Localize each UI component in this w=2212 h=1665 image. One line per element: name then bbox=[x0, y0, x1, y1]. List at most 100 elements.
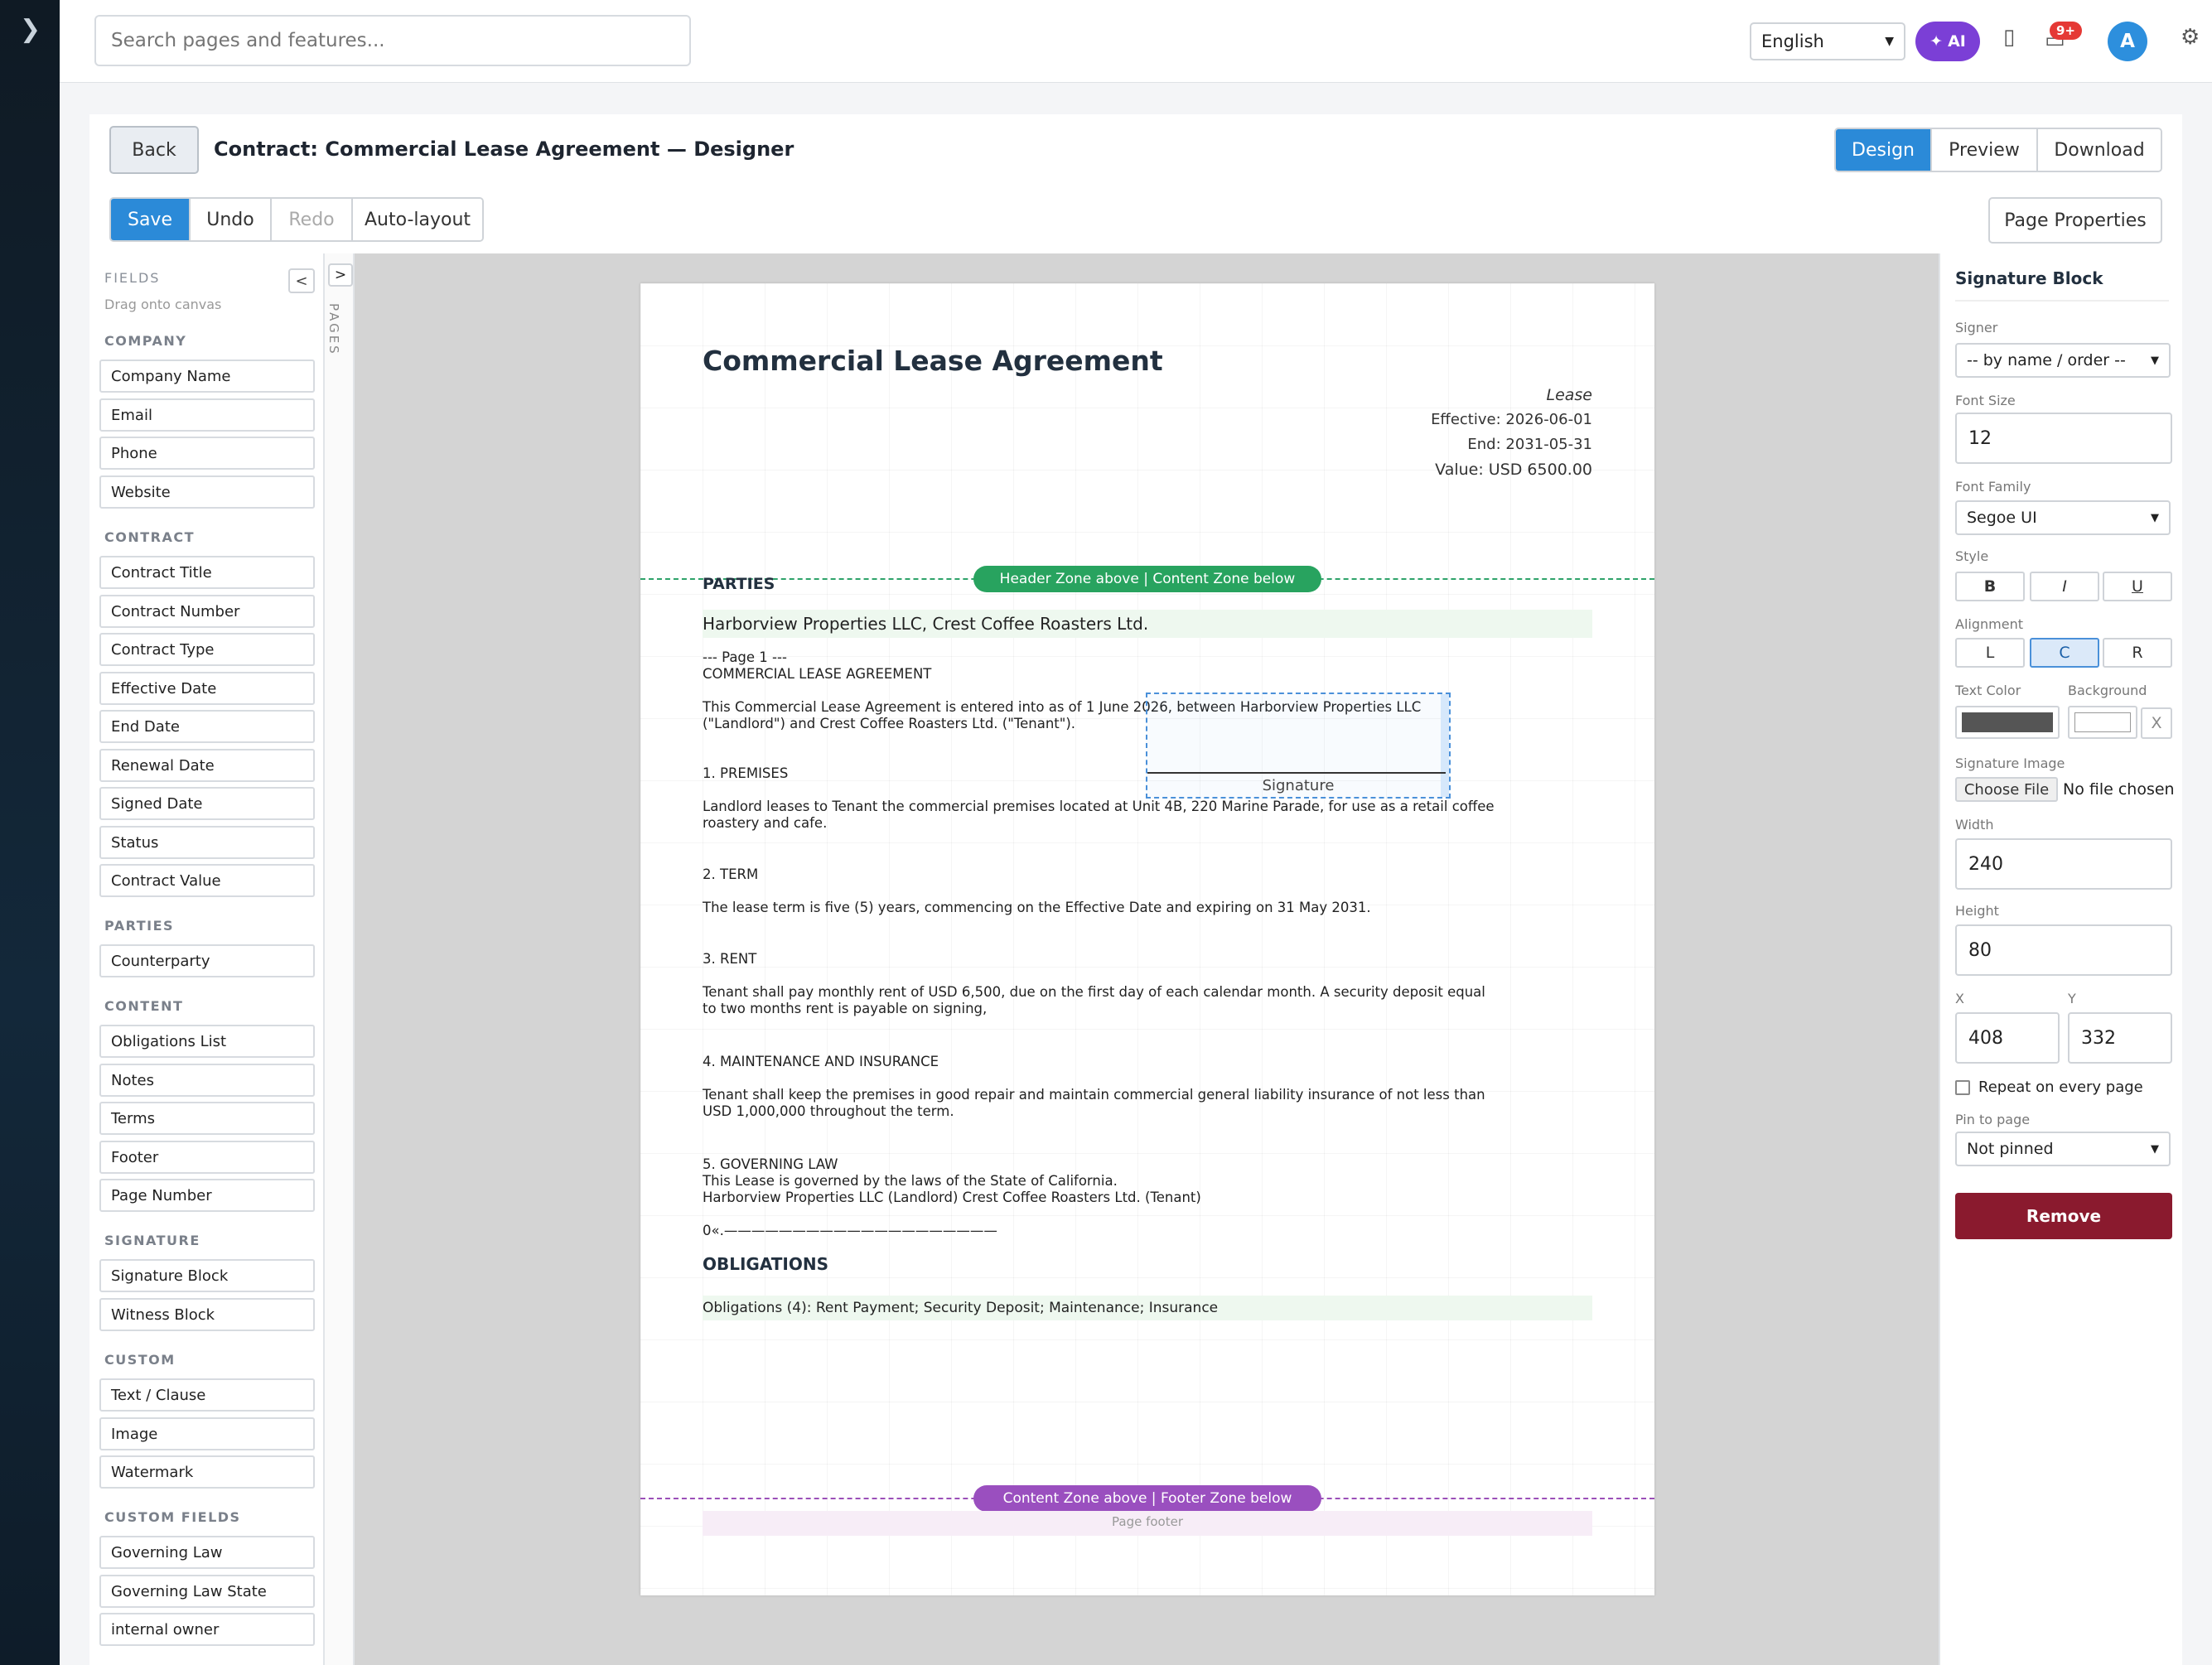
signer-select[interactable]: -- by name / order -- ▼ bbox=[1955, 343, 2171, 378]
chevron-down-icon: ▼ bbox=[1885, 35, 1894, 48]
maintenance-paragraph[interactable]: Tenant shall keep the premises in good r… bbox=[703, 1087, 1498, 1120]
obligations-value[interactable]: Obligations (4): Rent Payment; Security … bbox=[703, 1296, 1592, 1320]
maintenance-heading[interactable]: 4. MAINTENANCE AND INSURANCE bbox=[703, 1054, 1498, 1070]
avatar[interactable]: A bbox=[2108, 22, 2147, 61]
x-input[interactable]: 408 bbox=[1955, 1012, 2060, 1064]
tab-design[interactable]: Design bbox=[1836, 129, 1932, 171]
underline-button[interactable]: U bbox=[2103, 572, 2172, 601]
field-contract-number[interactable]: Contract Number bbox=[99, 595, 315, 628]
repeat-checkbox[interactable] bbox=[1955, 1080, 1970, 1095]
field-renewal-date[interactable]: Renewal Date bbox=[99, 749, 315, 782]
notification-badge: 9+ bbox=[2050, 22, 2083, 40]
align-left-button[interactable]: L bbox=[1955, 638, 2025, 668]
field-footer[interactable]: Footer bbox=[99, 1141, 315, 1174]
design-canvas: Commercial Lease Agreement Lease Effecti… bbox=[355, 253, 1939, 1665]
term-paragraph[interactable]: The lease term is five (5) years, commen… bbox=[703, 900, 1498, 916]
field-internal-owner[interactable]: internal owner bbox=[99, 1613, 315, 1646]
chevron-down-icon: ▼ bbox=[2151, 354, 2159, 367]
no-file-text: No file chosen bbox=[2063, 780, 2175, 799]
field-counterparty[interactable]: Counterparty bbox=[99, 944, 315, 977]
field-governing-law[interactable]: Governing Law bbox=[99, 1536, 315, 1569]
page-footer[interactable]: Page footer bbox=[703, 1511, 1592, 1536]
back-button[interactable]: Back bbox=[109, 126, 199, 174]
field-contract-type[interactable]: Contract Type bbox=[99, 633, 315, 666]
field-page-number[interactable]: Page Number bbox=[99, 1179, 315, 1212]
parties-title[interactable]: PARTIES bbox=[703, 575, 775, 593]
page-intro[interactable]: --- Page 1 --- COMMERCIAL LEASE AGREEMEN… bbox=[703, 649, 1498, 683]
field-effective-date[interactable]: Effective Date bbox=[99, 672, 315, 705]
document-title[interactable]: Commercial Lease Agreement bbox=[703, 345, 1163, 377]
page-properties-button[interactable]: Page Properties bbox=[1988, 197, 2162, 244]
background-label: Background bbox=[2068, 683, 2147, 698]
save-button[interactable]: Save bbox=[111, 199, 191, 240]
contract-value-label[interactable]: Value: USD 6500.00 bbox=[1435, 461, 1592, 479]
clear-background-button[interactable]: X bbox=[2141, 707, 2172, 739]
italic-button[interactable]: I bbox=[2030, 572, 2099, 601]
ai-button[interactable]: ✦ AI bbox=[1915, 22, 1980, 61]
rent-heading[interactable]: 3. RENT bbox=[703, 951, 1498, 968]
choose-file-button[interactable]: Choose File bbox=[1955, 777, 2058, 802]
font-size-input[interactable]: 12 bbox=[1955, 413, 2172, 464]
undo-button[interactable]: Undo bbox=[191, 199, 272, 240]
y-input[interactable]: 332 bbox=[2068, 1012, 2172, 1064]
field-governing-law-state[interactable]: Governing Law State bbox=[99, 1575, 315, 1608]
alignment-label: Alignment bbox=[1955, 616, 2023, 632]
tab-preview[interactable]: Preview bbox=[1932, 129, 2038, 171]
field-company-name[interactable]: Company Name bbox=[99, 360, 315, 393]
field-status[interactable]: Status bbox=[99, 826, 315, 859]
pin-label: Pin to page bbox=[1955, 1112, 2031, 1127]
signature-block-element[interactable]: Signature bbox=[1146, 693, 1451, 799]
parties-value[interactable]: Harborview Properties LLC, Crest Coffee … bbox=[703, 610, 1592, 638]
field-terms[interactable]: Terms bbox=[99, 1102, 315, 1135]
field-website[interactable]: Website bbox=[99, 475, 315, 509]
field-end-date[interactable]: End Date bbox=[99, 710, 315, 743]
expand-chevron-icon[interactable]: ❯ bbox=[20, 15, 41, 44]
auto-layout-button[interactable]: Auto-layout bbox=[353, 199, 482, 240]
field-contract-title[interactable]: Contract Title bbox=[99, 556, 315, 589]
contract-type-label[interactable]: Lease bbox=[1546, 386, 1592, 404]
language-select[interactable]: English ▼ bbox=[1750, 22, 1905, 60]
field-phone[interactable]: Phone bbox=[99, 437, 315, 470]
properties-panel: Signature Block Signer -- by name / orde… bbox=[1939, 253, 2182, 1665]
font-family-select[interactable]: Segoe UI ▼ bbox=[1955, 500, 2171, 535]
bold-button[interactable]: B bbox=[1955, 572, 2025, 601]
width-input[interactable]: 240 bbox=[1955, 838, 2172, 890]
expand-pages-button[interactable]: > bbox=[328, 263, 353, 287]
pin-select[interactable]: Not pinned ▼ bbox=[1955, 1132, 2171, 1166]
field-email[interactable]: Email bbox=[99, 398, 315, 432]
rent-paragraph[interactable]: Tenant shall pay monthly rent of USD 6,5… bbox=[703, 984, 1498, 1017]
field-obligations-list[interactable]: Obligations List bbox=[99, 1025, 315, 1058]
end-date-label[interactable]: End: 2031-05-31 bbox=[1467, 436, 1592, 453]
field-watermark[interactable]: Watermark bbox=[99, 1455, 315, 1489]
height-input[interactable]: 80 bbox=[1955, 924, 2172, 976]
field-signed-date[interactable]: Signed Date bbox=[99, 787, 315, 820]
help-icon[interactable]: ▯ bbox=[2003, 25, 2015, 50]
header-zone-pill[interactable]: Header Zone above | Content Zone below bbox=[973, 566, 1321, 592]
obligations-title[interactable]: OBLIGATIONS bbox=[703, 1254, 828, 1274]
search-input[interactable] bbox=[94, 15, 691, 66]
remove-button[interactable]: Remove bbox=[1955, 1193, 2172, 1239]
text-color-swatch[interactable] bbox=[1955, 706, 2060, 739]
footer-zone-pill[interactable]: Content Zone above | Footer Zone below bbox=[973, 1485, 1321, 1512]
redo-button[interactable]: Redo bbox=[272, 199, 353, 240]
tab-download[interactable]: Download bbox=[2038, 129, 2161, 171]
background-color-swatch[interactable] bbox=[2068, 706, 2137, 739]
term-heading[interactable]: 2. TERM bbox=[703, 866, 1498, 883]
field-signature-block[interactable]: Signature Block bbox=[99, 1259, 315, 1292]
field-image[interactable]: Image bbox=[99, 1417, 315, 1450]
governing-law-section[interactable]: 5. GOVERNING LAW This Lease is governed … bbox=[703, 1156, 1498, 1206]
align-right-button[interactable]: R bbox=[2103, 638, 2172, 668]
gear-icon[interactable]: ⚙ bbox=[2181, 25, 2200, 50]
field-notes[interactable]: Notes bbox=[99, 1064, 315, 1097]
collapse-sidebar-button[interactable]: < bbox=[288, 268, 315, 293]
top-bar: English▼ ✦AI ▯ ▭ 9+ A ⚙ bbox=[60, 0, 2212, 83]
premises-paragraph[interactable]: Landlord leases to Tenant the commercial… bbox=[703, 799, 1498, 832]
field-witness-block[interactable]: Witness Block bbox=[99, 1298, 315, 1331]
signature-line-text[interactable]: 0«.———————————————————— bbox=[703, 1223, 1498, 1239]
effective-date-label[interactable]: Effective: 2026-06-01 bbox=[1431, 411, 1592, 428]
document-page[interactable]: Commercial Lease Agreement Lease Effecti… bbox=[640, 283, 1654, 1595]
align-center-button[interactable]: C bbox=[2030, 638, 2099, 668]
field-contract-value[interactable]: Contract Value bbox=[99, 864, 315, 897]
page-title: Contract: Commercial Lease Agreement — D… bbox=[214, 138, 794, 161]
field-text-clause[interactable]: Text / Clause bbox=[99, 1378, 315, 1412]
